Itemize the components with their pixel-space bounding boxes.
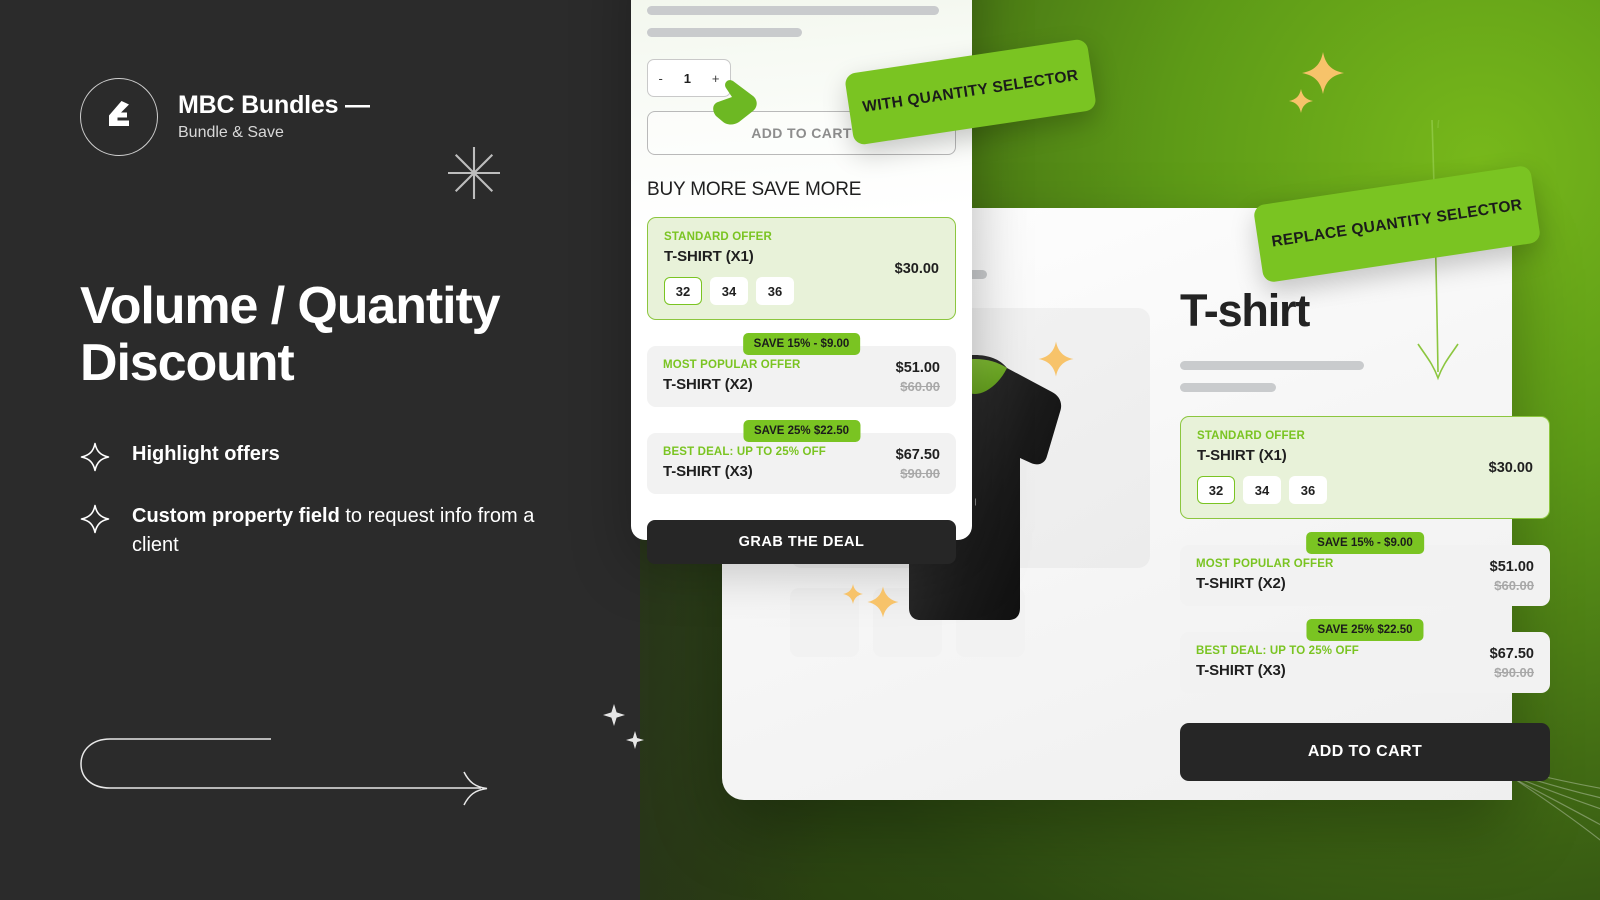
- status-badge: SAVE 15% - $9.00: [1306, 532, 1424, 554]
- offer-price: $51.00: [1489, 558, 1534, 575]
- sparkle-icon: [842, 583, 864, 610]
- sparkle-icon: [80, 504, 110, 534]
- size-chip[interactable]: 32: [1197, 476, 1235, 504]
- offer-row[interactable]: STANDARD OFFER T-SHIRT (X1) 32 34 36 $30…: [647, 217, 956, 320]
- brand-title: MBC Bundles —: [178, 91, 370, 119]
- list-item: Custom property field to request info fr…: [80, 502, 580, 560]
- product-description-placeholder: [1180, 361, 1550, 392]
- size-selector: 32 34 36: [1197, 476, 1533, 504]
- brand-subtitle: Bundle & Save: [178, 124, 284, 141]
- placeholder-bar: [1180, 383, 1276, 392]
- status-badge: SAVE 15% - $9.00: [742, 333, 861, 355]
- size-chip[interactable]: 36: [756, 277, 794, 305]
- offer-price-block: $51.00 $60.00: [896, 360, 940, 394]
- offer-row[interactable]: SAVE 15% - $9.00 MOST POPULAR OFFER T-SH…: [1180, 532, 1550, 606]
- size-selector: 32 34 36: [664, 277, 939, 305]
- u-turn-arrow-icon: [75, 728, 495, 823]
- grab-the-deal-button[interactable]: GRAB THE DEAL: [647, 520, 956, 564]
- offer-row[interactable]: SAVE 25% $22.50 BEST DEAL: UP TO 25% OFF…: [647, 420, 956, 494]
- plus-mark-icon: [598, 700, 658, 763]
- offer-price: $30.00: [894, 260, 939, 277]
- quantity-decrease-button[interactable]: -: [658, 71, 662, 86]
- callout-label: WITH QUANTITY SELECTOR: [861, 66, 1080, 117]
- offer-label: STANDARD OFFER: [664, 231, 772, 243]
- sparkle-icon: [1288, 88, 1314, 119]
- add-to-cart-button[interactable]: ADD TO CART: [1180, 723, 1550, 781]
- sparkle-icon: [1037, 340, 1075, 383]
- list-item: Highlight offers: [80, 440, 580, 472]
- status-badge: SAVE 25% $22.50: [742, 420, 861, 442]
- callout-label: REPLACE QUANTITY SELECTOR: [1270, 196, 1524, 251]
- placeholder-bar: [647, 28, 802, 37]
- page-title: Volume / Quantity Discount: [80, 277, 501, 393]
- offer-list: STANDARD OFFER T-SHIRT (X1) 32 34 36 $30…: [647, 217, 956, 494]
- offer-list: STANDARD OFFER T-SHIRT (X1) 32 34 36 $30…: [1180, 416, 1550, 693]
- offer-label: BEST DEAL: UP TO 25% OFF: [1196, 645, 1359, 657]
- left-dark-pane: MBC Bundles — Bundle & Save Volume / Qua…: [0, 0, 640, 900]
- asterisk-star-icon: [443, 142, 505, 209]
- offer-label: MOST POPULAR OFFER: [1196, 558, 1334, 570]
- offer-name: T-SHIRT (X1): [1197, 447, 1287, 464]
- mbc-monogram-icon: [80, 78, 158, 156]
- size-chip[interactable]: 34: [1243, 476, 1281, 504]
- offer-price-block: $67.50 $90.00: [896, 447, 940, 481]
- offer-row[interactable]: SAVE 15% - $9.00 MOST POPULAR OFFER T-SH…: [647, 333, 956, 407]
- offer-price: $67.50: [1489, 645, 1534, 662]
- offer-compare-price: $60.00: [900, 378, 940, 394]
- size-chip[interactable]: 34: [710, 277, 748, 305]
- offer-label: STANDARD OFFER: [1197, 430, 1305, 442]
- offer-name: T-SHIRT (X3): [1196, 662, 1286, 679]
- sparkle-icon: [80, 442, 110, 472]
- feature-list: Highlight offers Custom property field t…: [80, 440, 580, 590]
- offer-compare-price: $90.00: [1494, 664, 1534, 680]
- offer-name: T-SHIRT (X2): [1196, 575, 1286, 592]
- offer-compare-price: $60.00: [1494, 577, 1534, 593]
- desktop-offer-column: T-shirt STANDARD OFFER T-SHIRT (X1) 32 3…: [1180, 288, 1550, 781]
- feature-bold-text: Highlight offers: [132, 443, 280, 465]
- placeholder-bar: [647, 6, 939, 15]
- quantity-value: 1: [683, 70, 691, 86]
- product-title: T-shirt: [1180, 285, 1310, 336]
- offer-price-block: $30.00: [895, 261, 939, 277]
- offer-price: $30.00: [1488, 459, 1533, 476]
- offer-price-block: $30.00: [1489, 460, 1533, 476]
- offer-price: $51.00: [895, 359, 940, 376]
- placeholder-bar: [1180, 361, 1364, 370]
- offer-row[interactable]: STANDARD OFFER T-SHIRT (X1) 32 34 36 $30…: [1180, 416, 1550, 519]
- offer-compare-price: $90.00: [900, 465, 940, 481]
- size-chip[interactable]: 32: [664, 277, 702, 305]
- section-heading: BUY MORE SAVE MORE: [647, 179, 862, 200]
- offer-price-block: $51.00 $60.00: [1490, 559, 1534, 593]
- sparkle-icon: [866, 585, 900, 624]
- size-chip[interactable]: 36: [1289, 476, 1327, 504]
- offer-row[interactable]: SAVE 25% $22.50 BEST DEAL: UP TO 25% OFF…: [1180, 619, 1550, 693]
- offer-price: $67.50: [895, 446, 940, 463]
- brand-lockup: MBC Bundles — Bundle & Save: [80, 78, 370, 156]
- feature-bold-text: Custom property field: [132, 505, 340, 527]
- status-badge: SAVE 25% $22.50: [1306, 619, 1424, 641]
- offer-price-block: $67.50 $90.00: [1490, 646, 1534, 680]
- pointing-hand-cursor-icon: [706, 76, 760, 133]
- promo-banner-root: MBC Bundles — Bundle & Save Volume / Qua…: [0, 0, 1600, 900]
